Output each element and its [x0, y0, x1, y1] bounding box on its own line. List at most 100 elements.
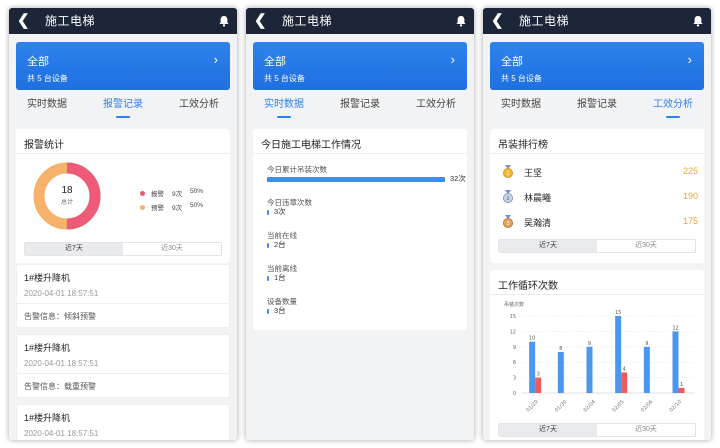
- banner-device-count: 共 5 台设备: [27, 74, 68, 83]
- bar-mark: [643, 346, 650, 393]
- divider: [490, 153, 704, 154]
- range-switch: 近7天 近30天: [498, 239, 696, 253]
- chart-svg: 吊装次数 0 3 6 9 12 15 10 3 01/29 8 01/30 9 02/04 15 4 02/05…: [504, 301, 694, 414]
- rank-value: 225: [682, 166, 698, 176]
- rank-item[interactable]: 2 林晨曦 190: [502, 190, 698, 204]
- rank-item[interactable]: 1 王坚 225: [502, 165, 698, 179]
- donut-total-label: 总计: [60, 200, 73, 206]
- range-7-days[interactable]: 近7天: [25, 243, 123, 255]
- tab-realtime[interactable]: 实时数据: [246, 98, 322, 118]
- record-device-name: 1#楼升降机: [24, 413, 71, 423]
- alarm-record-item[interactable]: 1#楼升降机 2020-04-01 18:57:51 告警信息：载重预警: [16, 334, 230, 398]
- work-cycle-chart: 吊装次数 0 3 6 9 12 15 10 3 01/29 8 01/30 9 02/04 15 4 02/05…: [500, 294, 700, 420]
- rank-name: 吴瀚清: [524, 218, 552, 228]
- stat-value: 2台: [274, 240, 286, 249]
- tab-alarm-records[interactable]: 报警记录: [85, 98, 161, 118]
- legend-warning: 预警 9次 50%: [140, 202, 203, 212]
- stat-bar: [267, 276, 269, 281]
- bar-data-label: 10: [529, 336, 535, 342]
- range-30-days[interactable]: 近30天: [597, 424, 695, 436]
- work-cycle-card: 工作循环次数 吊装次数 0 3 6 9 12 15 10 3 01/29 8 01/30 9 02/04 1…: [490, 270, 704, 440]
- svg-text:1: 1: [506, 171, 509, 177]
- bell-icon[interactable]: [455, 15, 467, 27]
- device-filter-banner[interactable]: 全部 共 5 台设备 ›: [490, 42, 704, 90]
- chevron-left-icon[interactable]: ❮: [491, 11, 504, 31]
- tab-efficiency[interactable]: 工效分析: [161, 98, 237, 112]
- stat-bar: [267, 177, 445, 182]
- bar-mark: [557, 351, 564, 393]
- tab-realtime[interactable]: 实时数据: [9, 98, 85, 112]
- bar-mark: [621, 372, 628, 393]
- phone-alarm-records: ❮ 施工电梯 全部 共 5 台设备 › 实时数据 报警记录 工效分析 报警统计 …: [9, 8, 237, 440]
- bar-mark: [535, 377, 542, 393]
- rank-name: 林晨曦: [524, 193, 552, 203]
- stat-row: 设备数量 3台: [267, 296, 297, 315]
- stat-bar: [267, 243, 269, 248]
- device-filter-banner[interactable]: 全部 共 5 台设备 ›: [16, 42, 230, 90]
- x-tick-label: 02/10: [669, 399, 683, 413]
- tab-alarm-records[interactable]: 报警记录: [322, 98, 398, 112]
- range-switch: 近7天 近30天: [498, 423, 696, 437]
- bar-data-label: 8: [559, 346, 562, 352]
- alarm-donut-chart: 18 总计: [32, 161, 102, 231]
- bar-mark: [529, 341, 536, 393]
- record-device-name: 1#楼升降机: [24, 273, 71, 283]
- phone-efficiency-analysis: ❮ 施工电梯 全部 共 5 台设备 › 实时数据 报警记录 工效分析 吊装排行榜…: [483, 8, 711, 440]
- bar-data-label: 12: [672, 325, 678, 331]
- banner-device-count: 共 5 台设备: [501, 74, 542, 83]
- svg-text:3: 3: [506, 221, 509, 227]
- tab-efficiency[interactable]: 工效分析: [398, 98, 474, 112]
- alarm-stats-card: 报警统计 18 总计 报警 9次 50% 预警 9次 50% 近7天 近30天: [16, 129, 230, 263]
- chevron-left-icon[interactable]: ❮: [17, 11, 30, 31]
- bar-mark: [672, 331, 679, 393]
- stat-value: 1台: [274, 273, 286, 282]
- stat-value: 3台: [274, 306, 286, 315]
- banner-title: 全部: [501, 56, 523, 68]
- y-tick-label: 3: [513, 376, 516, 382]
- alarm-record-item[interactable]: 1#楼升降机 2020-04-01 18:57:51 告警信息：倾斜预警: [16, 264, 230, 328]
- banner-title: 全部: [264, 56, 286, 68]
- gold-medal-icon: 1: [503, 165, 513, 178]
- range-7-days[interactable]: 近7天: [499, 424, 597, 436]
- today-work-card: 今日施工电梯工作情况 今日累计吊装次数 32次 今日违章次数 3次 当前在线 2台 当前离线…: [253, 129, 467, 330]
- bell-icon[interactable]: [692, 15, 704, 27]
- range-7-days[interactable]: 近7天: [499, 240, 597, 252]
- tab-bar: 实时数据 报警记录 工效分析: [483, 98, 711, 122]
- nav-title: 施工电梯: [519, 14, 570, 28]
- divider: [17, 373, 229, 374]
- range-30-days[interactable]: 近30天: [123, 243, 221, 255]
- x-tick-label: 02/04: [583, 399, 597, 413]
- legend-percent: 50%: [190, 188, 204, 195]
- tab-bar: 实时数据 报警记录 工效分析: [246, 98, 474, 122]
- y-tick-label: 9: [513, 345, 516, 351]
- tab-alarm-records[interactable]: 报警记录: [559, 98, 635, 112]
- bell-icon[interactable]: [218, 15, 230, 27]
- chevron-right-icon: ›: [687, 52, 692, 67]
- record-info: 告警信息：载重预警: [24, 382, 96, 391]
- x-tick-label: 02/05: [611, 399, 625, 413]
- stat-value: 32次: [450, 174, 466, 183]
- record-device-name: 1#楼升降机: [24, 343, 71, 353]
- legend-count: 9次: [172, 191, 183, 198]
- card-title: 工作循环次数: [498, 281, 558, 292]
- range-30-days[interactable]: 近30天: [597, 240, 695, 252]
- divider: [16, 153, 230, 154]
- y-tick-label: 15: [510, 314, 516, 320]
- device-filter-banner[interactable]: 全部 共 5 台设备 ›: [253, 42, 467, 90]
- tab-efficiency[interactable]: 工效分析: [635, 98, 711, 118]
- tab-realtime[interactable]: 实时数据: [483, 98, 559, 112]
- donut-center: 18 总计: [32, 185, 102, 206]
- rank-value: 175: [682, 216, 698, 226]
- chevron-left-icon[interactable]: ❮: [254, 11, 267, 31]
- bar-mark: [586, 346, 593, 393]
- svg-text:2: 2: [506, 196, 509, 202]
- tab-bar: 实时数据 报警记录 工效分析: [9, 98, 237, 122]
- y-tick-label: 12: [510, 329, 516, 335]
- rank-item[interactable]: 3 吴瀚清 175: [502, 215, 698, 229]
- record-info: 告警信息：倾斜预警: [24, 312, 96, 321]
- y-tick-label: 6: [513, 360, 516, 366]
- bar-data-label: 9: [645, 341, 648, 347]
- x-tick-label: 01/29: [525, 399, 539, 413]
- alarm-record-item[interactable]: 1#楼升降机 2020-04-01 18:57:51: [16, 404, 230, 440]
- x-tick-label: 02/06: [640, 399, 654, 413]
